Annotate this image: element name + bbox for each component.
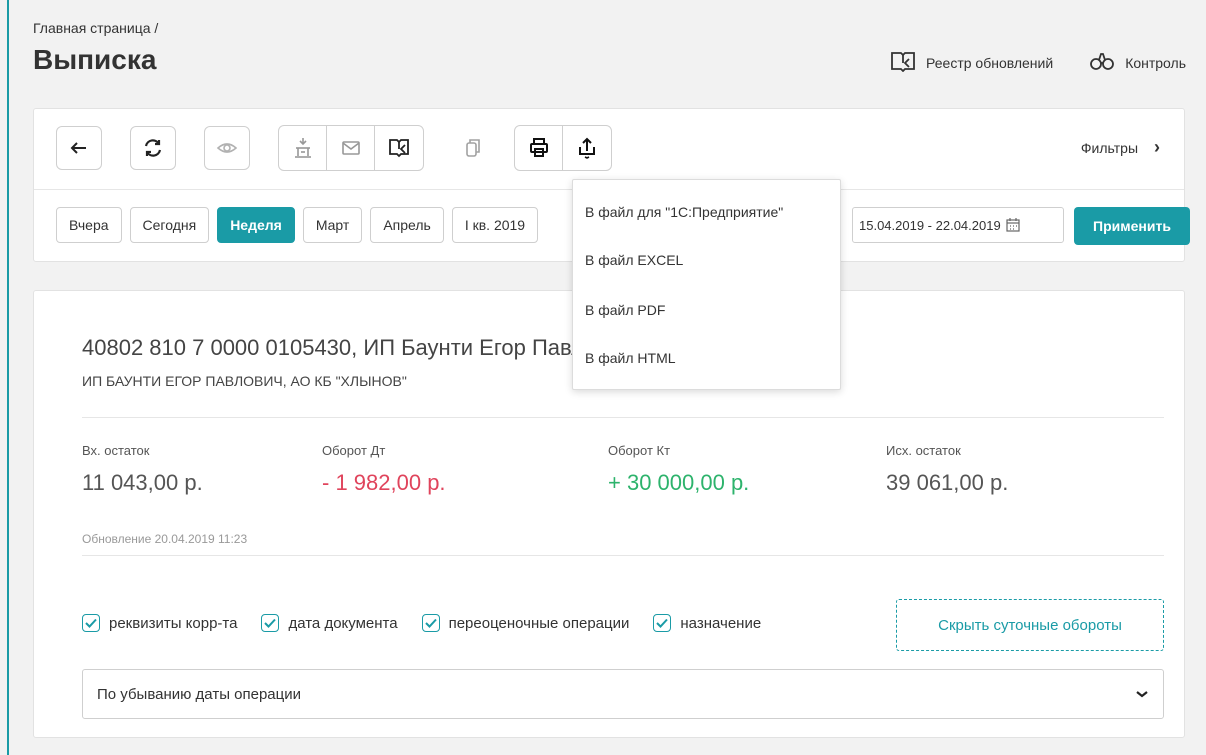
- divider: [82, 417, 1164, 418]
- chevron-right-icon: ›: [1154, 137, 1160, 157]
- back-button[interactable]: [56, 126, 102, 170]
- send-group: [278, 125, 424, 171]
- date-range-value: 15.04.2019 - 22.04.2019: [859, 217, 1001, 233]
- account-title: 40802 810 7 0000 0105430, ИП Баунти Егор…: [82, 335, 632, 360]
- stat-value: - 1 982,00 р.: [322, 470, 446, 495]
- mail-button[interactable]: [327, 126, 375, 170]
- date-range-input[interactable]: 15.04.2019 - 22.04.2019: [852, 207, 1064, 243]
- update-timestamp: Обновление 20.04.2019 11:23: [82, 532, 248, 546]
- period-buttons: Вчера Сегодня Неделя Март Апрель I кв. 2…: [56, 207, 539, 243]
- stat-value: + 30 000,00 р.: [608, 470, 750, 495]
- stat-debit-turnover: Оборот Дт - 1 982,00 р.: [322, 443, 446, 496]
- header-links: Реестр обновлений Контроль: [890, 50, 1186, 75]
- period-quarter[interactable]: I кв. 2019: [451, 207, 539, 243]
- account-subtitle: ИП БАУНТИ ЕГОР ПАВЛОВИЧ, АО КБ "ХЛЫНОВ": [82, 373, 407, 389]
- breadcrumb[interactable]: Главная страница /: [33, 20, 158, 36]
- stat-closing-balance: Исх. остаток 39 061,00 р.: [886, 443, 1008, 496]
- app-frame: Главная страница / Выписка Реестр обновл…: [7, 0, 1206, 755]
- export-excel-item[interactable]: В файл EXCEL: [585, 252, 683, 268]
- checkbox-document-date[interactable]: дата документа: [261, 614, 398, 632]
- page-title: Выписка: [33, 44, 157, 75]
- stat-label: Оборот Дт: [322, 443, 386, 458]
- stat-value: 39 061,00 р.: [886, 470, 1009, 495]
- print-export-group: [514, 125, 612, 171]
- stat-label: Исх. остаток: [886, 443, 961, 458]
- book-arrow-icon: [890, 50, 916, 75]
- period-april[interactable]: Апрель: [370, 207, 444, 243]
- registry-button[interactable]: [375, 126, 423, 170]
- apply-button[interactable]: Применить: [1074, 207, 1190, 245]
- checkbox-checked-icon: [653, 614, 672, 632]
- toolbar: [56, 125, 612, 171]
- checkbox-counterparty-details[interactable]: реквизиты корр-та: [82, 614, 237, 632]
- control-label: Контроль: [1125, 54, 1186, 71]
- stat-value: 11 043,00 р.: [82, 470, 203, 495]
- view-button[interactable]: [204, 126, 250, 170]
- export-1c-item[interactable]: В файл для "1С:Предприятие": [585, 204, 783, 220]
- filters-toggle[interactable]: Фильтры ›: [1081, 137, 1160, 158]
- checkbox-label: переоценочные операции: [448, 614, 630, 632]
- sort-select[interactable]: По убыванию даты операции: [82, 669, 1164, 719]
- calendar-icon: [1006, 218, 1020, 232]
- mail-icon: [341, 141, 360, 155]
- control-link[interactable]: Контроль: [1089, 50, 1186, 75]
- checkbox-purpose[interactable]: назначение: [653, 614, 761, 632]
- copy-button[interactable]: [450, 126, 496, 170]
- checkbox-revaluation-ops[interactable]: переоценочные операции: [421, 614, 630, 632]
- checkbox-label: реквизиты корр-та: [109, 614, 238, 632]
- checkbox-checked-icon: [261, 614, 280, 632]
- checkbox-checked-icon: [82, 614, 100, 632]
- export-button[interactable]: [563, 126, 611, 170]
- updates-registry-label: Реестр обновлений: [926, 54, 1054, 71]
- refresh-icon: [144, 139, 162, 157]
- printer-icon: [529, 138, 548, 157]
- stat-label: Оборот Кт: [608, 443, 671, 458]
- stat-label: Вх. остаток: [82, 443, 150, 458]
- arrow-left-icon: [70, 142, 86, 154]
- book-arrow-icon: [389, 139, 409, 158]
- stat-opening-balance: Вх. остаток 11 043,00 р.: [82, 443, 203, 496]
- period-march[interactable]: Март: [302, 207, 363, 243]
- upload-icon: [579, 137, 595, 159]
- sign-button[interactable]: [279, 126, 327, 170]
- hide-daily-turnover-button[interactable]: Скрыть суточные обороты: [896, 599, 1164, 651]
- divider: [82, 555, 1164, 556]
- refresh-button[interactable]: [130, 126, 176, 170]
- checkbox-label: назначение: [680, 614, 762, 632]
- updates-registry-link[interactable]: Реестр обновлений: [890, 50, 1053, 75]
- checkbox-checked-icon: [421, 614, 440, 632]
- checkbox-label: дата документа: [288, 614, 398, 632]
- period-yesterday[interactable]: Вчера: [56, 207, 122, 243]
- sign-icon: [294, 138, 311, 158]
- binoculars-icon: [1089, 50, 1115, 75]
- chevron-down-icon: [1136, 691, 1148, 698]
- copy-icon: [466, 139, 480, 157]
- period-week[interactable]: Неделя: [217, 207, 295, 243]
- print-button[interactable]: [515, 126, 563, 170]
- export-dropdown-menu: В файл для "1С:Предприятие" В файл EXCEL…: [572, 179, 841, 390]
- export-html-item[interactable]: В файл HTML: [585, 350, 676, 366]
- export-pdf-item[interactable]: В файл PDF: [585, 302, 665, 318]
- sort-select-value: По убыванию даты операции: [97, 685, 301, 703]
- stat-credit-turnover: Оборот Кт + 30 000,00 р.: [608, 443, 749, 496]
- eye-icon: [216, 143, 238, 153]
- filters-label: Фильтры: [1080, 139, 1138, 156]
- period-today[interactable]: Сегодня: [129, 207, 210, 243]
- column-options: реквизиты корр-та дата документа переоце…: [82, 614, 785, 632]
